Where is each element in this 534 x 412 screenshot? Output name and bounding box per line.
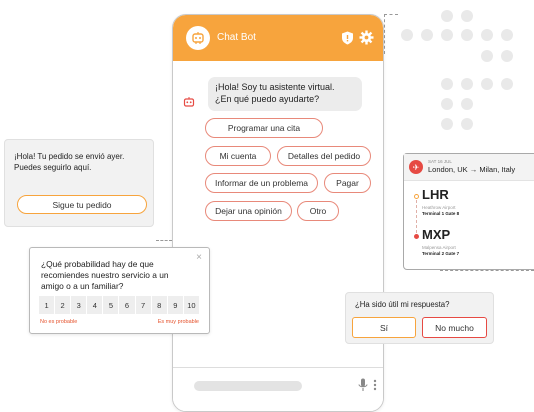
route-to: Milan, Italy [479,165,516,174]
decor-dot [441,78,453,90]
decor-dot [481,29,493,41]
decor-dot [461,29,473,41]
scale-low-label: No es probable [40,319,78,325]
nps-score-button[interactable]: 10 [183,296,199,314]
flight-header: ✈ SAT 16 JUL London, UK → Milan, Italy [404,154,534,181]
destination-airport: Malpensa Airport [422,245,456,250]
shield-icon[interactable] [341,31,354,45]
flight-route: London, UK → Milan, Italy [428,165,515,174]
chat-input-area [173,367,383,411]
option-account-button[interactable]: Mi cuenta [205,146,271,166]
decor-dot [421,29,433,41]
survey-question: ¿Qué probabilidad hay de que recomiendes… [41,259,169,291]
chat-window: Chat Bot ¡Hola! Soy tu asistente virtual… [172,14,384,412]
decor-dot [461,118,473,130]
scale-high-label: Es muy probable [157,319,199,325]
origin-airport: Heathrow Airport [422,205,456,210]
decor-dot [481,50,493,62]
decor-dashed-line [156,240,172,241]
robot-icon [183,95,195,107]
order-message-line: Puedes seguirlo aquí. [14,163,92,172]
route-from: London, UK [428,165,468,174]
decor-dot [441,10,453,22]
feedback-question: ¿Ha sido útil mi respuesta? [355,300,450,309]
more-vertical-icon[interactable] [373,378,377,392]
chat-title: Chat Bot [217,32,256,43]
chat-header: Chat Bot [173,15,383,61]
close-icon[interactable]: × [196,253,202,263]
feedback-yes-button[interactable]: Sí [352,317,416,338]
decor-dot [461,98,473,110]
origin-gate: Terminal 1 Gate 8 [422,211,460,216]
order-message: ¡Hola! Tu pedido se envió ayer. Puedes s… [14,151,154,173]
option-schedule-button[interactable]: Programar una cita [205,118,323,138]
decor-dot [501,78,513,90]
message-input[interactable] [194,381,302,391]
decor-dot [441,29,453,41]
route-arrow-icon: → [469,165,478,174]
microphone-icon[interactable] [358,378,368,392]
gear-icon[interactable] [359,30,374,45]
feedback-card: ¿Ha sido útil mi respuesta? Sí No mucho [345,292,494,344]
decor-dot [501,29,513,41]
destination-marker-icon [414,234,419,239]
option-pay-button[interactable]: Pagar [324,173,371,193]
bot-message-bubble: ¡Hola! Soy tu asistente virtual. ¿En qué… [208,77,362,111]
nps-score-button[interactable]: 1 [39,296,55,314]
origin-code: LHR [422,187,449,202]
nps-scale: 1 2 3 4 5 6 7 8 9 10 [39,296,199,314]
nps-score-button[interactable]: 9 [167,296,183,314]
option-report-problem-button[interactable]: Informar de un problema [205,173,318,193]
flight-date: SAT 16 JUL [428,159,452,164]
decor-dot [461,10,473,22]
nps-score-button[interactable]: 4 [87,296,103,314]
track-order-button[interactable]: Sigue tu pedido [17,195,147,214]
decor-dot [401,29,413,41]
bot-message-line: ¡Hola! Soy tu asistente virtual. [215,82,335,92]
decor-dashed-line [384,14,398,15]
robot-icon [186,26,210,50]
decor-dot [441,118,453,130]
destination-gate: Terminal 2 Gate 7 [422,251,460,256]
decor-dot [501,50,513,62]
feedback-no-button[interactable]: No mucho [422,317,487,338]
bot-message-line: ¿En qué puedo ayudarte? [215,94,320,104]
decor-dot [441,98,453,110]
nps-score-button[interactable]: 7 [135,296,151,314]
nps-score-button[interactable]: 2 [55,296,71,314]
airline-logo-icon: ✈ [409,160,423,174]
nps-survey-card: × ¿Qué probabilidad hay de que recomiend… [29,247,210,334]
destination-code: MXP [422,227,451,242]
decor-dashed-line [440,270,534,271]
option-review-button[interactable]: Dejar una opinión [205,201,292,221]
decor-dot [461,78,473,90]
option-order-details-button[interactable]: Detalles del pedido [277,146,371,166]
nps-score-button[interactable]: 5 [103,296,119,314]
nps-score-button[interactable]: 3 [71,296,87,314]
option-other-button[interactable]: Otro [297,201,339,221]
origin-marker-icon [414,194,419,199]
nps-score-button[interactable]: 6 [119,296,135,314]
route-line [416,200,417,238]
flight-card: ✈ SAT 16 JUL London, UK → Milan, Italy L… [403,153,534,270]
order-status-card: ¡Hola! Tu pedido se envió ayer. Puedes s… [4,139,154,227]
nps-score-button[interactable]: 8 [151,296,167,314]
order-message-line: ¡Hola! Tu pedido se envió ayer. [14,152,125,161]
decor-dashed-line [384,14,385,54]
decor-dot [481,78,493,90]
